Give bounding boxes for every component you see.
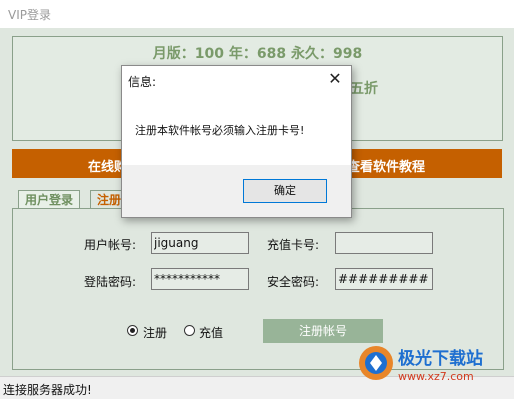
card-number-label: 充值卡号: [267, 238, 320, 252]
security-password-input[interactable] [335, 268, 433, 290]
password-input[interactable] [151, 268, 249, 290]
watermark-url: www.xz7.com [398, 370, 474, 383]
window-titlebar: VIP登录 [0, 0, 514, 28]
dialog-title: 信息: [128, 75, 157, 89]
watermark: 极光下载站 www.xz7.com [356, 340, 512, 394]
status-text: 连接服务器成功! [3, 383, 92, 397]
watermark-name: 极光下载站 [398, 349, 483, 369]
dialog-body: 注册本软件帐号必须输入注册卡号! [122, 93, 351, 165]
pricing-line: 月版：100 年：688 永久：998 [152, 46, 363, 62]
close-icon[interactable]: ✕ [325, 69, 345, 89]
username-label: 用户帐号: [84, 238, 137, 252]
register-radio[interactable] [127, 325, 138, 336]
view-tutorial-link[interactable]: 查看软件教程 [347, 156, 425, 175]
info-dialog: 信息: ✕ 注册本软件帐号必须输入注册卡号! 确定 [121, 65, 352, 218]
card-number-input[interactable] [335, 232, 433, 254]
username-input[interactable] [151, 232, 249, 254]
recharge-radio-label: 充值 [199, 326, 224, 340]
watermark-logo-icon [359, 346, 393, 380]
dialog-ok-button[interactable]: 确定 [243, 179, 327, 203]
register-radio-label: 注册 [143, 326, 168, 340]
dialog-message: 注册本软件帐号必须输入注册卡号! [135, 124, 305, 137]
security-password-label: 安全密码: [267, 275, 320, 289]
dialog-titlebar: 信息: ✕ [122, 66, 351, 93]
main-window: VIP登录 月版：100 年：688 永久：998 00五折 在线购 查看软件教… [0, 0, 514, 399]
password-label: 登陆密码: [84, 275, 137, 289]
tab-user-login[interactable]: 用户登录 [18, 190, 81, 209]
window-title: VIP登录 [8, 8, 51, 22]
recharge-radio[interactable] [184, 325, 195, 336]
